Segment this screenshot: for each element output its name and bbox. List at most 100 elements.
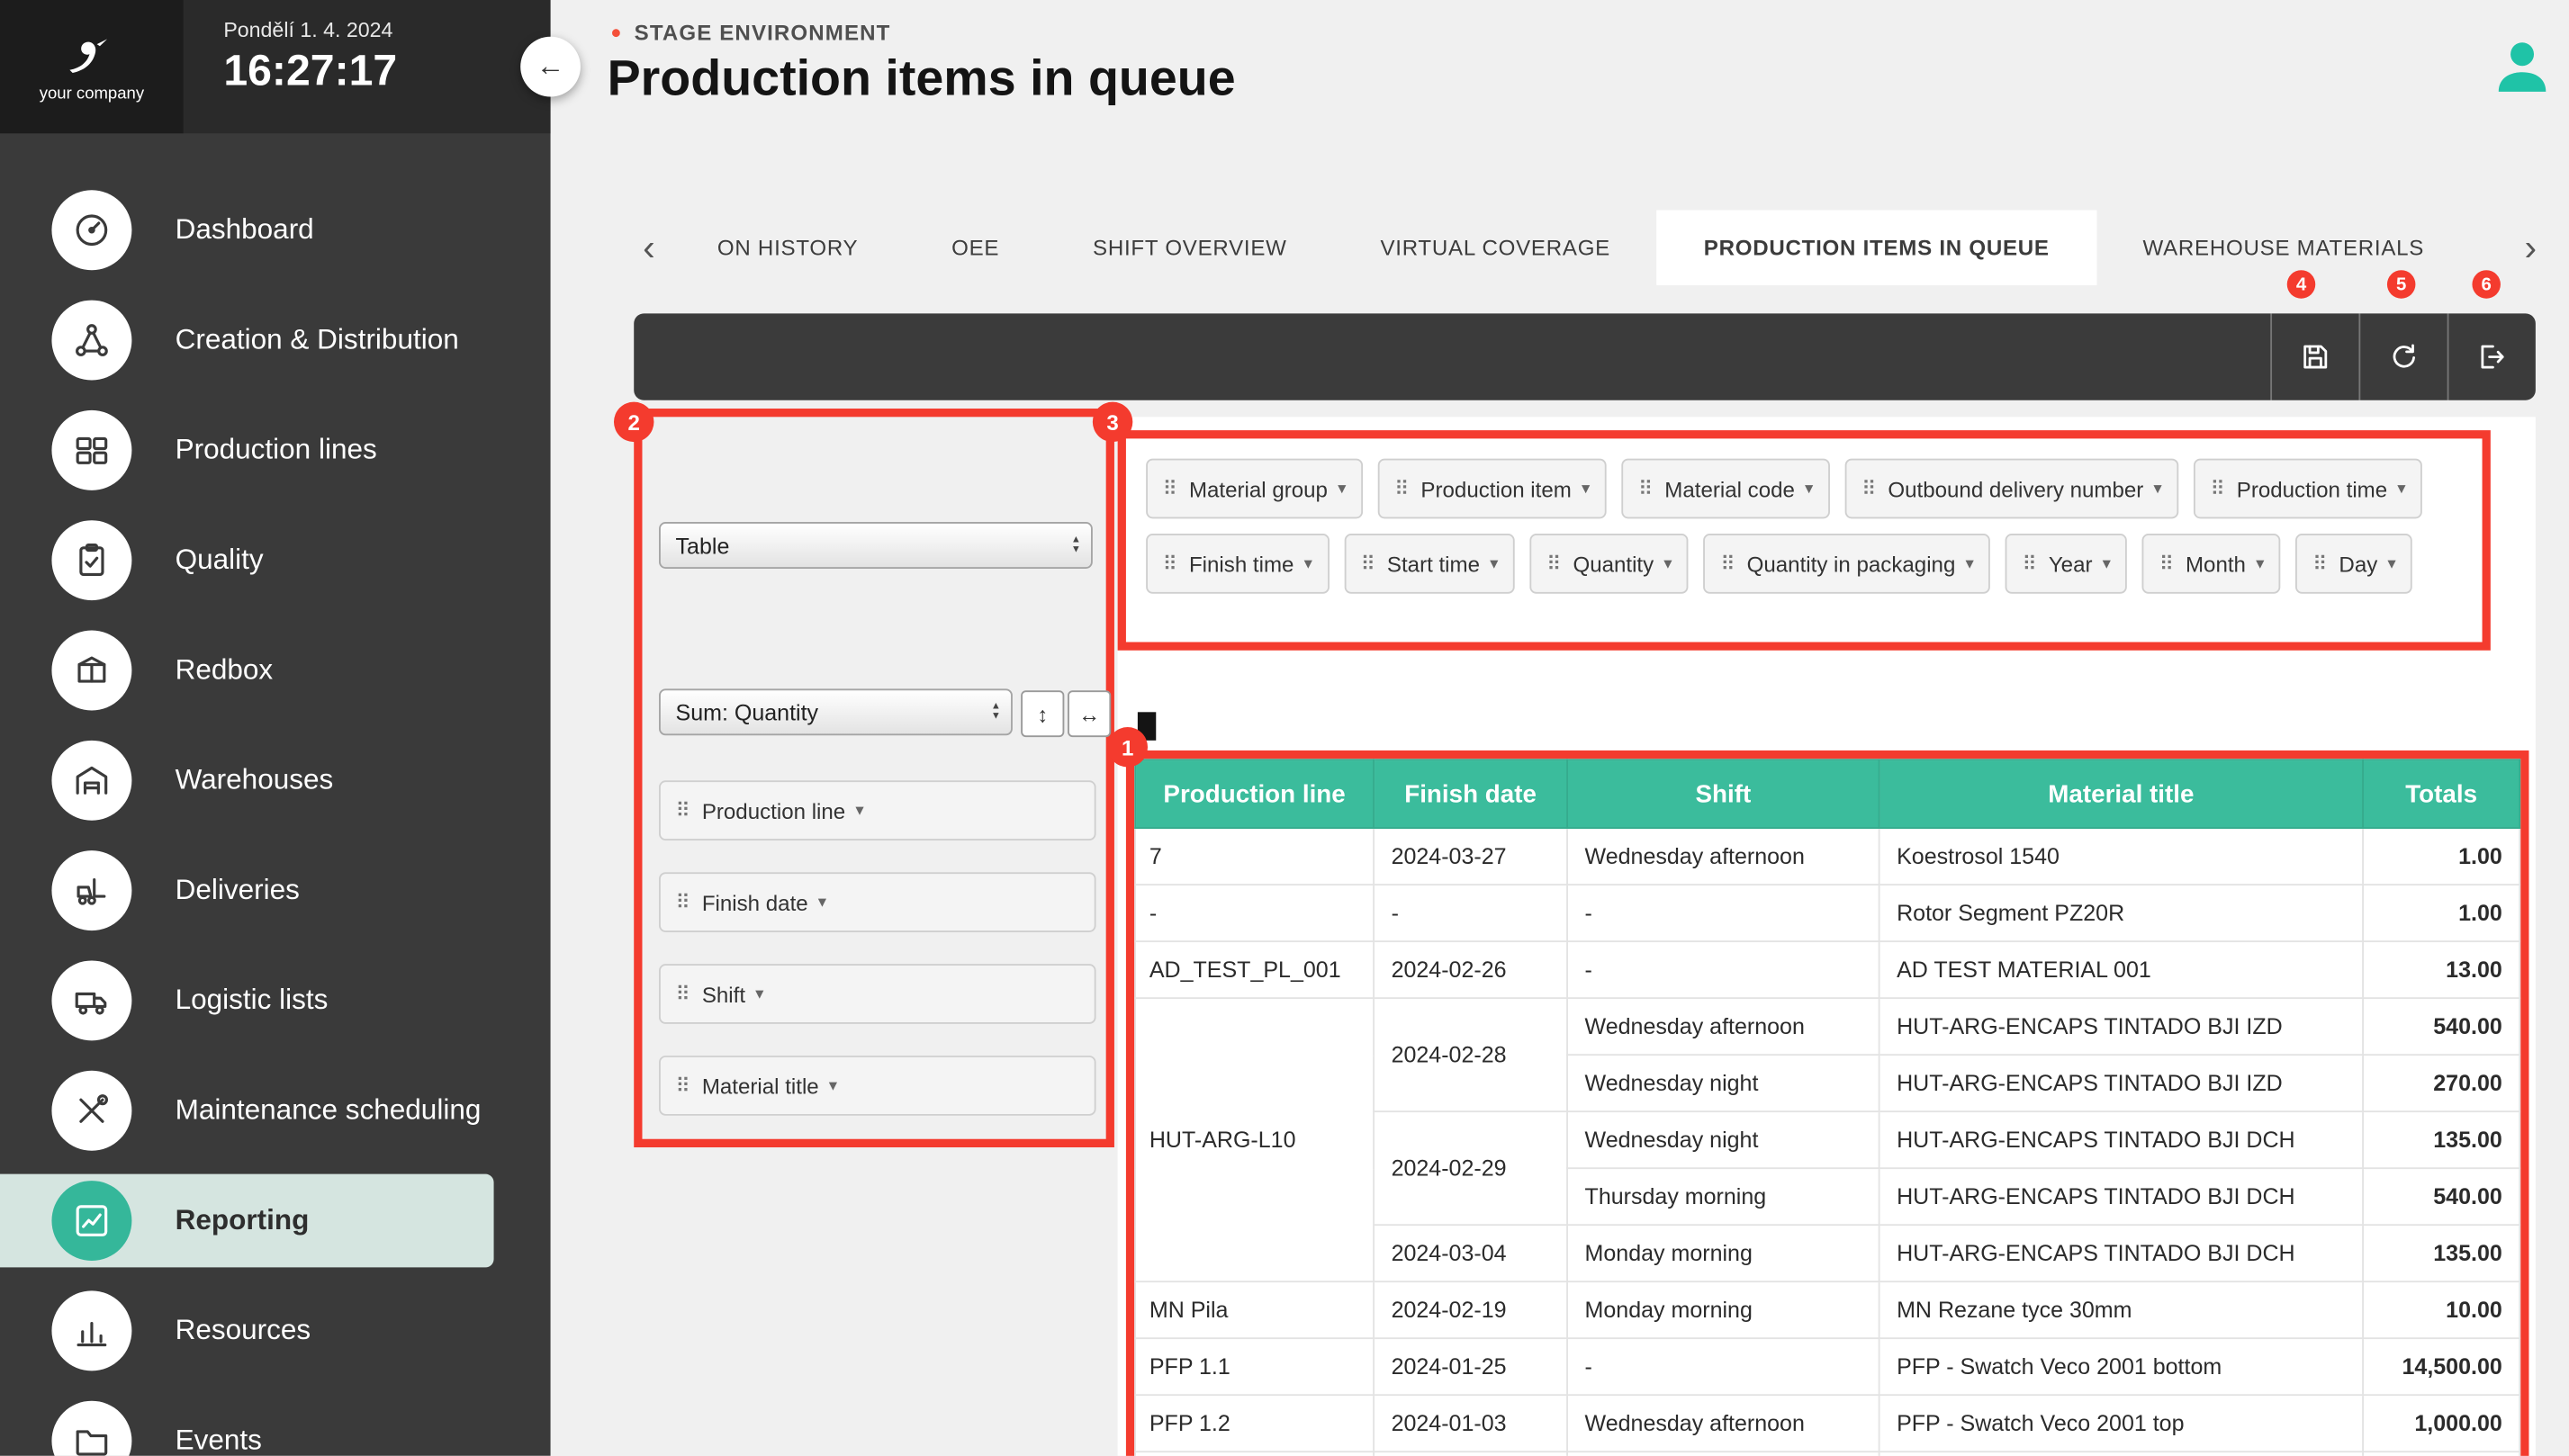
tab-oee[interactable]: OEE (905, 211, 1046, 285)
tab-production-history[interactable]: ON HISTORY (671, 211, 905, 285)
field-material-code[interactable]: ⠿Material code▾ (1621, 459, 1829, 519)
cell-finish-date: 2024-03-27 (1374, 828, 1567, 885)
field-label: Finish date (702, 890, 808, 915)
environment-status-dot: ● (610, 22, 622, 42)
annotation-box-3: ⠿ Material group ▾ ⠿Production item▾ ⠿Mate… (1118, 430, 2491, 651)
sidebar-item-creation-distribution[interactable]: Creation & Distribution (0, 285, 551, 395)
sidebar-item-label: Maintenance scheduling (176, 1094, 482, 1128)
save-button[interactable] (2270, 313, 2358, 400)
field-label: Day (2339, 551, 2377, 576)
sort-horizontal-button[interactable]: ↔ (1068, 690, 1111, 737)
table-row: PFP 1.1 2024-01-25 - PFP - Swatch Veco 2… (1135, 1338, 2519, 1395)
cell-finish-date: 2024-01-25 (1374, 1338, 1567, 1395)
gauge-icon (51, 190, 131, 270)
sidebar-item-quality[interactable]: Quality (0, 506, 551, 616)
field-month[interactable]: ⠿Month▾ (2142, 534, 2281, 594)
row-field-shift[interactable]: ⠿ Shift ▾ (659, 964, 1096, 1024)
drag-grip-icon: ⠿ (2312, 552, 2327, 575)
caret-down-icon: ▾ (2397, 480, 2405, 498)
field-material-group[interactable]: ⠿Material group▾ (1146, 459, 1363, 519)
renderer-select[interactable]: Table ▲▼ (659, 522, 1093, 569)
sidebar-item-label: Redbox (176, 653, 274, 687)
back-button[interactable]: ← (520, 37, 581, 97)
available-fields: ⠿ Material group ▾ ⠿Production item▾ ⠿Mate… (1146, 459, 2479, 594)
cell-finish-date: 2024-02-29 (1374, 1111, 1567, 1225)
field-quantity-in-packaging[interactable]: ⠿Quantity in packaging▾ (1704, 534, 1990, 594)
field-label: Material group (1189, 476, 1328, 501)
column-header-production-line: Production line (1135, 759, 1374, 828)
field-quantity[interactable]: ⠿Quantity▾ (1530, 534, 1690, 594)
caret-down-icon: ▾ (1304, 554, 1312, 572)
aggregator-select[interactable]: Sum: Quantity ▲▼ (659, 688, 1013, 735)
field-production-time[interactable]: ⠿Production time▾ (2194, 459, 2422, 519)
sidebar-item-logistic-lists[interactable]: Logistic lists (0, 946, 551, 1056)
sidebar-item-label: Production lines (176, 434, 377, 467)
annotation-badge-5: 5 (2387, 270, 2416, 299)
drag-grip-icon: ⠿ (1163, 477, 1177, 500)
forklift-icon (51, 850, 131, 930)
drag-grip-icon: ⠿ (1546, 552, 1561, 575)
caret-down-icon: ▾ (1805, 480, 1813, 498)
sidebar-item-warehouses[interactable]: Warehouses (0, 725, 551, 835)
sidebar-item-maintenance-scheduling[interactable]: Maintenance scheduling (0, 1056, 551, 1165)
cell-total: 14,500.00 (2363, 1338, 2519, 1395)
network-icon (51, 301, 131, 381)
field-start-time[interactable]: ⠿Start time▾ (1344, 534, 1515, 594)
cell-total: 270.00 (2363, 1055, 2519, 1111)
field-finish-time[interactable]: ⠿Finish time▾ (1146, 534, 1329, 594)
table-header-row: Production line Finish date Shift Materi… (1135, 759, 2519, 828)
cell-material-title: HUT-ARG-ENCAPS TINTADO BJI DCH (1879, 1111, 2363, 1168)
cell-total: 10.00 (2363, 1281, 2519, 1338)
sidebar-item-redbox[interactable]: Redbox (0, 616, 551, 725)
cell-finish-date: 2024-02-26 (1374, 941, 1567, 998)
sidebar-item-reporting[interactable]: Reporting (0, 1165, 551, 1275)
row-field-finish-date[interactable]: ⠿ Finish date ▾ (659, 872, 1096, 932)
caret-down-icon: ▾ (818, 893, 826, 911)
sidebar-item-deliveries[interactable]: Deliveries (0, 835, 551, 945)
tab-production-items-in-queue[interactable]: PRODUCTION ITEMS IN QUEUE (1657, 211, 2096, 285)
report-tabs: ‹ ON HISTORY OEE SHIFT OVERVIEW VIRTUAL … (627, 211, 2471, 285)
refresh-button[interactable] (2358, 313, 2447, 400)
sidebar-item-resources[interactable]: Resources (0, 1276, 551, 1386)
tab-shift-overview[interactable]: SHIFT OVERVIEW (1046, 211, 1333, 285)
cell-finish-date: 2024-02-19 (1374, 1281, 1567, 1338)
tab-warehouse-materials[interactable]: WAREHOUSE MATERIALS (2096, 211, 2471, 285)
cell-material-title: PFP - Swatch Veco 2001 bottom (1879, 1338, 2363, 1395)
sidebar-item-dashboard[interactable]: Dashboard (0, 175, 551, 285)
caret-down-icon: ▾ (2387, 554, 2395, 572)
field-day[interactable]: ⠿ Day ▾ (2296, 534, 2413, 594)
field-outbound-delivery-number[interactable]: ⠿Outbound delivery number▾ (1845, 459, 2179, 519)
field-production-item[interactable]: ⠿Production item▾ (1378, 459, 1607, 519)
drag-grip-icon: ⠿ (2210, 477, 2224, 500)
export-button[interactable] (2447, 313, 2536, 400)
tab-virtual-coverage[interactable]: VIRTUAL COVERAGE (1334, 211, 1657, 285)
tabs-scroll-right-icon[interactable]: › (2509, 211, 2552, 285)
pivot-table: Production line Finish date Shift Materi… (1134, 759, 2520, 1456)
drag-grip-icon: ⠿ (1163, 552, 1177, 575)
cell-finish-date (1374, 1452, 1567, 1456)
drag-grip-icon: ⠿ (1638, 477, 1653, 500)
cell-material-title: HUT-ARG-ENCAPS TINTADO BJI DCH (1879, 1168, 2363, 1225)
logo-text: your company (40, 85, 144, 103)
sort-vertical-button[interactable]: ↕ (1021, 690, 1064, 737)
user-avatar-icon[interactable] (2489, 33, 2555, 100)
row-field-production-line[interactable]: ⠿ Production line ▾ (659, 780, 1096, 840)
field-label: Month (2186, 551, 2246, 576)
sidebar-item-events[interactable]: Events (0, 1386, 551, 1456)
bar-chart-icon (51, 1290, 131, 1371)
current-date: Pondělí 1. 4. 2024 (223, 18, 550, 41)
drag-grip-icon: ⠿ (2023, 552, 2037, 575)
sidebar-item-production-lines[interactable]: Production lines (0, 395, 551, 505)
select-spinner-icon: ▲▼ (1071, 535, 1081, 555)
row-field-material-title[interactable]: ⠿ Material title ▾ (659, 1056, 1096, 1116)
tabs-scroll-left-icon[interactable]: ‹ (627, 211, 671, 285)
caret-down-icon: ▾ (2256, 554, 2264, 572)
toolbar-actions (2270, 313, 2536, 400)
caret-down-icon: ▾ (1582, 480, 1590, 498)
field-year[interactable]: ⠿Year▾ (2006, 534, 2127, 594)
caret-down-icon: ▾ (1490, 554, 1498, 572)
table-row: HUT-ARG-L10 2024-02-28 Wednesday afterno… (1135, 998, 2519, 1055)
field-label: Quantity (1573, 551, 1654, 576)
cell-shift: - (1567, 1338, 1879, 1395)
caret-down-icon: ▾ (755, 984, 763, 1002)
